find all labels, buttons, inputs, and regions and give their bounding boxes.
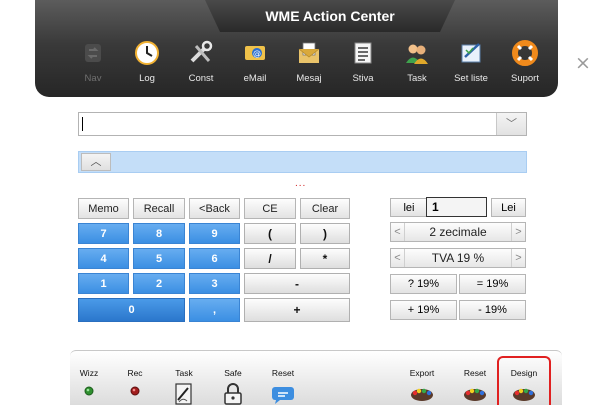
palette-icon: [464, 388, 486, 401]
svg-text:@: @: [253, 49, 261, 58]
vat-query-button[interactable]: ? 19%: [390, 274, 457, 294]
multiply-button[interactable]: *: [300, 248, 350, 269]
toolbar-const-label: Const: [188, 73, 214, 84]
export-button[interactable]: Export: [402, 368, 442, 404]
design-highlight-frame: [497, 356, 551, 405]
envelope-icon: [298, 42, 320, 63]
palette-icon: [411, 388, 433, 401]
rec-label: Rec: [127, 368, 143, 378]
panel-collapse-button[interactable]: ︿: [81, 153, 111, 171]
decimals-value: 2 zecimale: [429, 225, 487, 239]
window-title-tab: WME Action Center: [205, 0, 455, 32]
wizz-label: Wizz: [79, 368, 99, 378]
digit-5-button[interactable]: 5: [133, 248, 185, 269]
toolbar-set-liste-label: Set liste: [454, 73, 488, 84]
digit-7-button[interactable]: 7: [78, 223, 129, 244]
notepad-icon: [175, 383, 192, 405]
reset-chat-button[interactable]: Reset: [263, 368, 303, 404]
email-icon: @: [245, 46, 265, 60]
vat-equal-button[interactable]: = 19%: [459, 274, 526, 294]
digit-4-button[interactable]: 4: [78, 248, 129, 269]
amount-input[interactable]: 1: [426, 197, 487, 217]
decimal-comma-button[interactable]: ,: [189, 298, 240, 322]
plus-button[interactable]: +: [244, 298, 350, 322]
toolbar-task-button[interactable]: Task: [394, 38, 440, 94]
open-paren-button[interactable]: (: [244, 223, 296, 244]
toolbar-nav-button[interactable]: Nav: [70, 38, 116, 94]
users-icon: [406, 44, 428, 64]
lifebuoy-icon: [512, 40, 538, 66]
digit-0-button[interactable]: 0: [78, 298, 185, 322]
green-led-icon: [84, 386, 94, 396]
close-icon[interactable]: ×: [575, 52, 590, 74]
reset-chat-label: Reset: [271, 368, 295, 378]
chat-bubble-icon: [272, 387, 294, 404]
clock-icon: [135, 41, 159, 65]
window-title: WME Action Center: [265, 8, 395, 24]
text-caret: [82, 117, 83, 131]
tools-icon: [190, 40, 213, 63]
toolbar-suport-label: Suport: [511, 73, 539, 84]
toolbar-stiva-label: Stiva: [352, 73, 374, 84]
minus-button[interactable]: -: [244, 273, 350, 294]
recall-button[interactable]: Recall: [133, 198, 185, 219]
toolbar-email-label: eMail: [243, 73, 267, 84]
command-combo-input[interactable]: ﹀: [78, 112, 527, 136]
red-led-icon: [130, 386, 140, 396]
toolbar-email-button[interactable]: @ eMail: [232, 38, 278, 94]
currency-unit-label: lei: [390, 198, 428, 217]
toolbar-const-button[interactable]: Const: [178, 38, 224, 94]
reset-design-label: Reset: [463, 368, 487, 378]
digit-6-button[interactable]: 6: [189, 248, 240, 269]
safe-label: Safe: [224, 368, 242, 378]
vat-spinner[interactable]: < TVA 19 % >: [390, 248, 526, 268]
divide-button[interactable]: /: [244, 248, 296, 269]
refresh-icon: [85, 44, 101, 62]
toolbar-log-label: Log: [139, 73, 155, 84]
padlock-icon: [224, 383, 242, 405]
rec-button[interactable]: Rec: [115, 368, 155, 396]
vat-add-button[interactable]: + 19%: [390, 300, 457, 320]
memo-button[interactable]: Memo: [78, 198, 129, 219]
toolbar-stiva-button[interactable]: Stiva: [340, 38, 386, 94]
main-toolbar: Nav Log Const @ eMail Mesaj Stiva Task S…: [70, 38, 550, 94]
digit-9-button[interactable]: 9: [189, 223, 240, 244]
safe-button[interactable]: Safe: [213, 368, 253, 405]
decimals-next-arrow[interactable]: >: [511, 223, 525, 241]
status-dots: ...: [295, 178, 307, 189]
task-bottom-label: Task: [175, 368, 193, 378]
vat-next-arrow[interactable]: >: [511, 249, 525, 267]
toolbar-log-button[interactable]: Log: [124, 38, 170, 94]
toolbar-mesaj-label: Mesaj: [296, 73, 322, 84]
close-paren-button[interactable]: ): [300, 223, 350, 244]
clear-button[interactable]: Clear: [300, 198, 350, 219]
export-label: Export: [409, 368, 435, 378]
back-button[interactable]: <Back: [189, 198, 240, 219]
digit-1-button[interactable]: 1: [78, 273, 129, 294]
digit-2-button[interactable]: 2: [133, 273, 185, 294]
vat-value: TVA 19 %: [431, 251, 485, 265]
toolbar-nav-label: Nav: [84, 73, 102, 84]
wme-action-center-window: WME Action Center × Nav Log Const @ eMai…: [0, 0, 590, 405]
combo-dropdown-button[interactable]: ﹀: [496, 113, 526, 135]
checklist-icon: [461, 43, 481, 63]
digit-8-button[interactable]: 8: [133, 223, 185, 244]
reset-design-button[interactable]: Reset: [455, 368, 495, 404]
convert-lei-button[interactable]: Lei: [491, 198, 526, 217]
vat-prev-arrow[interactable]: <: [391, 249, 405, 267]
vat-subtract-button[interactable]: - 19%: [459, 300, 526, 320]
toolbar-mesaj-button[interactable]: Mesaj: [286, 38, 332, 94]
toolbar-task-label: Task: [407, 73, 427, 84]
toolbar-suport-button[interactable]: Suport: [502, 38, 548, 94]
digit-3-button[interactable]: 3: [189, 273, 240, 294]
wizz-button[interactable]: Wizz: [69, 368, 109, 396]
toolbar-set-liste-button[interactable]: Set liste: [448, 38, 494, 94]
decimals-spinner[interactable]: < 2 zecimale >: [390, 222, 526, 242]
decimals-prev-arrow[interactable]: <: [391, 223, 405, 241]
ce-button[interactable]: CE: [244, 198, 296, 219]
task-bottom-button[interactable]: Task: [164, 368, 204, 405]
list-icon: [354, 42, 372, 64]
result-panel-bar: ︿: [78, 151, 527, 173]
